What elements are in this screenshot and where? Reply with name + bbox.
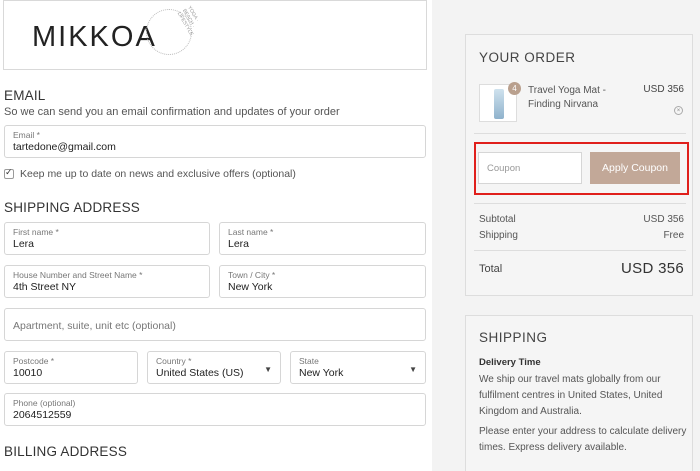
phone-label: Phone (optional) <box>13 398 76 408</box>
newsletter-label[interactable]: Keep me up to date on news and exclusive… <box>20 168 296 180</box>
street-field[interactable]: House Number and Street Name * 4th Stree… <box>4 265 210 298</box>
email-field-value: tartedone@gmail.com <box>13 141 116 153</box>
yoga-mat-image <box>494 89 504 119</box>
newsletter-checkbox[interactable] <box>4 167 14 179</box>
postcode-field[interactable]: Postcode * 10010 <box>4 351 138 384</box>
city-value: New York <box>228 281 273 293</box>
last-name-value: Lera <box>228 238 250 250</box>
logo[interactable]: MIKKOA <box>32 21 157 54</box>
product-name[interactable]: Travel Yoga Mat - Finding Nirvana <box>528 84 628 112</box>
shipping-address-heading: SHIPPING ADDRESS <box>4 200 140 215</box>
shipping-info-paragraph: Please enter your address to calculate d… <box>479 426 687 453</box>
close-icon[interactable]: × <box>674 106 683 115</box>
state-value: New York <box>299 367 344 379</box>
total-label: Total <box>479 263 503 275</box>
email-field[interactable]: Email * tartedone@gmail.com <box>4 125 426 158</box>
apartment-field[interactable]: Apartment, suite, unit etc (optional) <box>4 308 426 341</box>
postcode-label: Postcode * <box>13 356 55 366</box>
logo-ring-graphic: YOGA · BEACH · LIFESTYLE <box>146 5 200 55</box>
city-label: Town / City * <box>228 270 276 280</box>
logo-header: MIKKOA YOGA · BEACH · LIFESTYLE <box>3 0 427 70</box>
chevron-down-icon: ▼ <box>409 365 417 374</box>
shipping-label: Shipping <box>479 230 518 241</box>
product-price: USD 356 <box>643 84 684 95</box>
state-select[interactable]: State New York ▼ <box>290 351 426 384</box>
checkout-form-column: MIKKOA YOGA · BEACH · LIFESTYLE EMAIL So… <box>0 0 432 471</box>
shipping-value: Free <box>663 230 684 241</box>
first-name-label: First name * <box>13 227 59 237</box>
subtotal-value: USD 356 <box>643 214 684 225</box>
order-heading: YOUR ORDER <box>479 50 576 65</box>
divider <box>474 133 686 134</box>
subtotal-label: Subtotal <box>479 214 516 225</box>
coupon-placeholder: Coupon <box>487 163 521 174</box>
city-field[interactable]: Town / City * New York <box>219 265 426 298</box>
first-name-value: Lera <box>13 238 35 250</box>
divider <box>474 250 686 251</box>
first-name-field[interactable]: First name * Lera <box>4 222 210 255</box>
coupon-input[interactable]: Coupon <box>478 152 582 184</box>
email-description: So we can send you an email confirmation… <box>4 106 340 118</box>
email-field-label: Email * <box>13 130 40 140</box>
phone-value: 2064512559 <box>13 409 72 421</box>
apply-coupon-button[interactable]: Apply Coupon <box>590 152 680 184</box>
last-name-label: Last name * <box>228 227 274 237</box>
apartment-placeholder: Apartment, suite, unit etc (optional) <box>13 320 176 332</box>
last-name-field[interactable]: Last name * Lera <box>219 222 426 255</box>
country-label: Country * <box>156 356 192 366</box>
shipping-info-paragraph: We ship our travel mats globally from ou… <box>479 374 663 417</box>
divider <box>474 203 686 204</box>
quantity-badge: 4 <box>508 82 521 95</box>
state-label: State <box>299 356 319 366</box>
logo-ring-text: YOGA · BEACH · LIFESTYLE <box>175 5 201 37</box>
billing-address-heading: BILLING ADDRESS <box>4 444 128 459</box>
street-value: 4th Street NY <box>13 281 77 293</box>
country-select[interactable]: Country * United States (US) ▼ <box>147 351 281 384</box>
country-value: United States (US) <box>156 367 244 379</box>
email-heading: EMAIL <box>4 88 46 103</box>
delivery-time-heading: Delivery Time <box>479 357 541 368</box>
phone-field[interactable]: Phone (optional) 2064512559 <box>4 393 426 426</box>
total-value: USD 356 <box>621 260 684 277</box>
shipping-info-heading: SHIPPING <box>479 330 548 345</box>
chevron-down-icon: ▼ <box>264 365 272 374</box>
street-label: House Number and Street Name * <box>13 270 143 280</box>
postcode-value: 10010 <box>13 367 43 379</box>
